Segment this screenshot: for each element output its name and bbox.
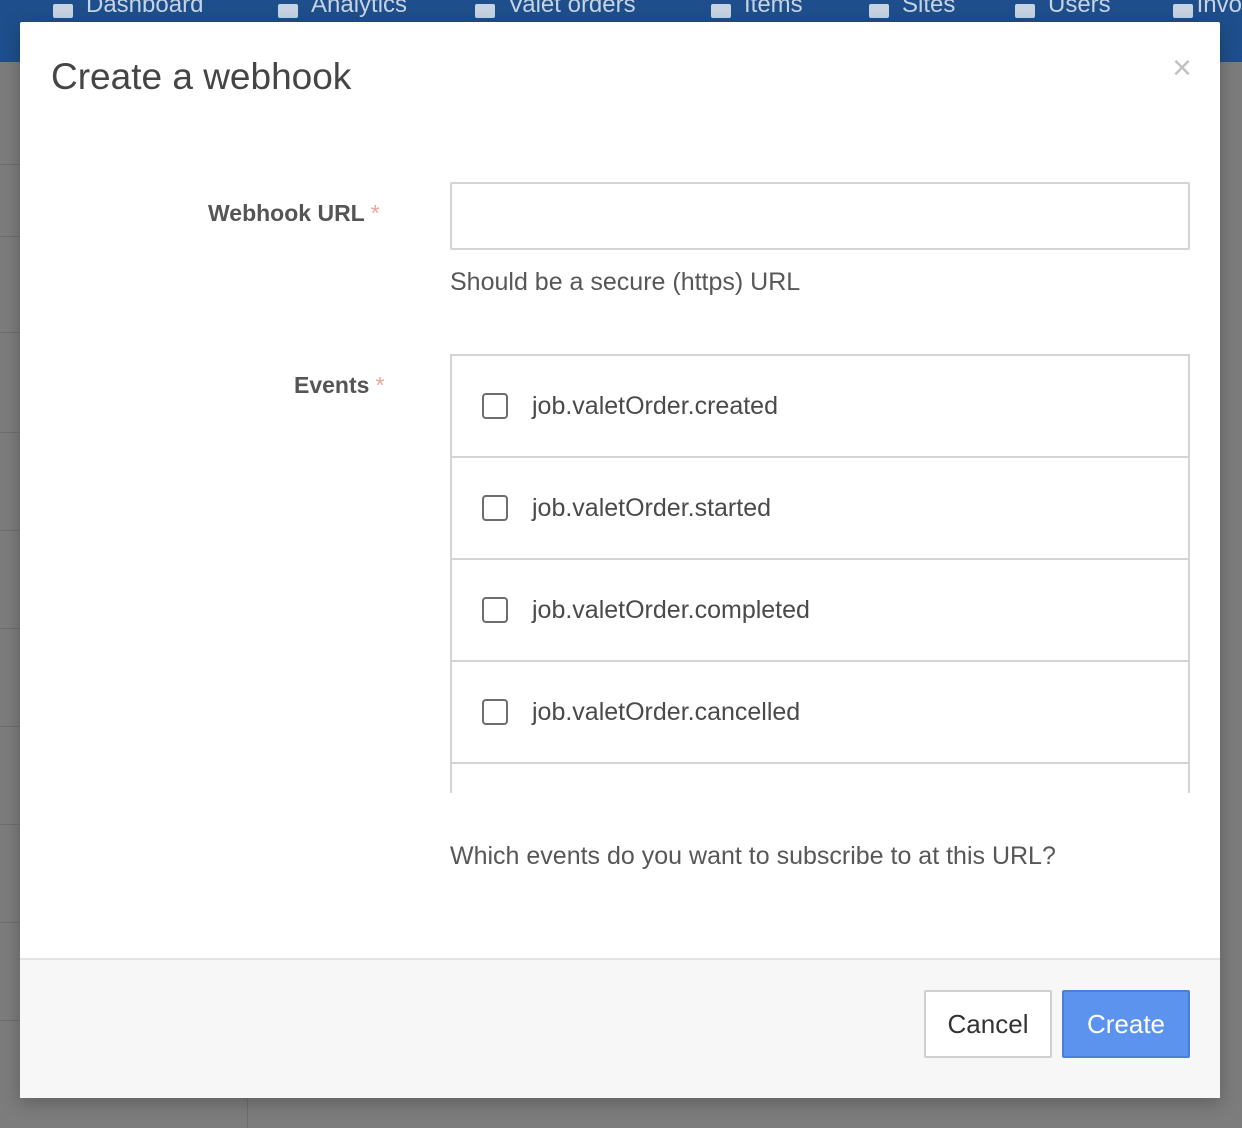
nav-item-sites[interactable]: Sites <box>866 0 955 22</box>
background-divider <box>0 1020 20 1021</box>
archive-icon <box>708 0 734 22</box>
invoice-icon <box>1170 0 1193 22</box>
background-divider <box>0 332 20 333</box>
events-label: Events * <box>294 372 384 399</box>
chart-line-icon <box>275 0 301 22</box>
event-option-created[interactable]: job.valetOrder.created <box>452 356 1188 458</box>
nav-item-label: Valet orders <box>508 0 636 18</box>
background-divider <box>0 236 20 237</box>
event-option-label: job.valetOrder.created <box>532 391 778 420</box>
webhook-url-help-text: Should be a secure (https) URL <box>450 268 801 296</box>
event-checkbox[interactable] <box>482 393 508 419</box>
sitemap-icon <box>50 0 76 22</box>
background-divider <box>0 164 20 165</box>
event-option-started[interactable]: job.valetOrder.started <box>452 458 1188 560</box>
event-option-label: job.valetOrder.completed <box>532 595 810 624</box>
nav-item-invoices[interactable]: Invo <box>1170 0 1242 22</box>
event-option-cancelled[interactable]: job.valetOrder.cancelled <box>452 662 1188 764</box>
webhook-url-label: Webhook URL * <box>208 200 380 227</box>
events-list[interactable]: job.valetOrder.created job.valetOrder.st… <box>450 354 1190 793</box>
nav-item-valet-orders[interactable]: Valet orders <box>472 0 636 22</box>
dialog-title: Create a webhook <box>51 56 352 97</box>
background-divider <box>0 530 20 531</box>
background-divider <box>0 726 20 727</box>
cancel-button[interactable]: Cancel <box>924 990 1052 1058</box>
background-divider <box>0 824 20 825</box>
nav-item-users[interactable]: Users <box>1012 0 1111 22</box>
event-checkbox[interactable] <box>482 699 508 725</box>
event-option-label: job.valetOrder.started <box>532 493 772 522</box>
webhook-url-label-text: Webhook URL <box>208 200 365 226</box>
close-icon[interactable]: × <box>1166 51 1198 85</box>
nav-item-label: Sites <box>902 0 956 18</box>
building-icon <box>866 0 892 22</box>
required-asterisk: * <box>370 200 380 226</box>
truck-icon <box>472 0 498 22</box>
background-divider <box>0 628 20 629</box>
background-divider <box>0 432 20 433</box>
nav-item-label: Users <box>1048 0 1111 18</box>
required-asterisk: * <box>375 372 385 398</box>
events-help-text: Which events do you want to subscribe to… <box>450 842 1056 870</box>
nav-item-label: Dashboard <box>86 0 204 18</box>
webhook-url-input[interactable] <box>450 182 1190 250</box>
background-divider <box>247 1098 248 1128</box>
event-checkbox[interactable] <box>482 495 508 521</box>
event-option-completed[interactable]: job.valetOrder.completed <box>452 560 1188 662</box>
nav-item-items[interactable]: Items <box>708 0 803 22</box>
nav-item-label: Analytics <box>311 0 408 18</box>
create-webhook-dialog: Create a webhook × Webhook URL * Should b… <box>20 22 1220 1098</box>
nav-item-label: Invo <box>1196 0 1242 18</box>
event-checkbox[interactable] <box>482 597 508 623</box>
nav-item-label: Items <box>744 0 803 18</box>
create-button[interactable]: Create <box>1062 990 1190 1058</box>
nav-item-dashboard[interactable]: Dashboard <box>50 0 203 22</box>
background-divider <box>0 922 20 923</box>
user-icon <box>1012 0 1038 22</box>
events-label-text: Events <box>294 372 370 398</box>
nav-item-analytics[interactable]: Analytics <box>275 0 407 22</box>
event-option-label: job.valetOrder.cancelled <box>532 697 801 726</box>
event-option-partial[interactable] <box>452 764 1188 793</box>
